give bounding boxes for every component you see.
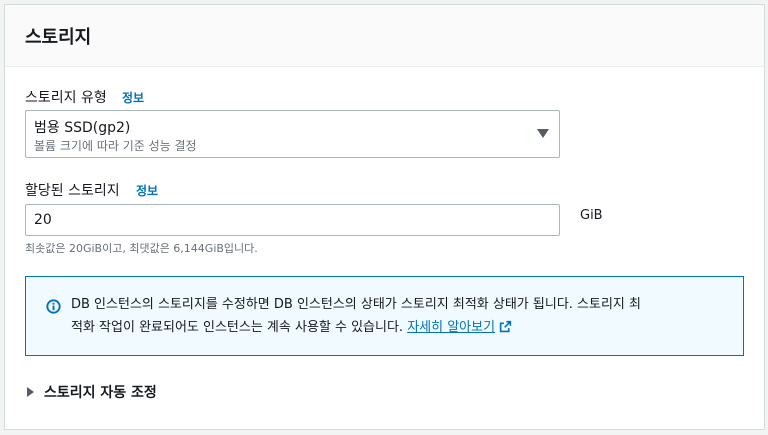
storage-unit: GiB	[580, 208, 603, 223]
alert-line-1: DB 인스턴스의 스토리지를 수정하면 DB 인스턴스의 상태가 스토리지 최적…	[71, 297, 641, 312]
panel-title: 스토리지	[25, 27, 92, 48]
info-circle-icon	[46, 299, 61, 318]
caret-down-icon	[537, 129, 549, 138]
storage-type-select[interactable]: 범용 SSD(gp2) 볼륨 크기에 따라 기준 성능 결정	[25, 110, 560, 158]
panel-header: 스토리지	[5, 5, 764, 67]
allocated-storage-constraint: 최솟값은 20GiB이고, 최댓값은 6,144GiB입니다.	[25, 242, 258, 255]
alert-line-2-text: 적화 작업이 완료되어도 인스턴스는 계속 사용할 수 있습니다.	[71, 320, 408, 335]
allocated-storage-label: 할당된 스토리지	[25, 183, 120, 199]
alert-message: DB 인스턴스의 스토리지를 수정하면 DB 인스턴스의 상태가 스토리지 최적…	[71, 293, 731, 341]
allocated-storage-input[interactable]	[25, 204, 560, 236]
learn-more-link-text: 자세히 알아보기	[407, 320, 496, 335]
storage-panel: 스토리지 스토리지 유형 정보 범용 SSD(gp2) 볼륨 크기에 따라 기준…	[4, 4, 765, 430]
learn-more-link[interactable]: 자세히 알아보기	[407, 320, 512, 335]
alert-line-2: 적화 작업이 완료되어도 인스턴스는 계속 사용할 수 있습니다. 자세히 알아…	[71, 316, 731, 341]
storage-type-selected-value: 범용 SSD(gp2)	[34, 120, 131, 136]
allocated-storage-info-link[interactable]: 정보	[136, 182, 158, 199]
storage-type-label: 스토리지 유형	[25, 90, 107, 106]
storage-type-selected-description: 볼륨 크기에 따라 기준 성능 결정	[34, 139, 197, 153]
external-link-icon	[499, 318, 512, 341]
caret-right-icon	[27, 387, 34, 397]
storage-modification-alert: DB 인스턴스의 스토리지를 수정하면 DB 인스턴스의 상태가 스토리지 최적…	[25, 276, 744, 356]
storage-autoscaling-label: 스토리지 자동 조정	[44, 385, 157, 401]
storage-type-info-link[interactable]: 정보	[122, 89, 144, 106]
